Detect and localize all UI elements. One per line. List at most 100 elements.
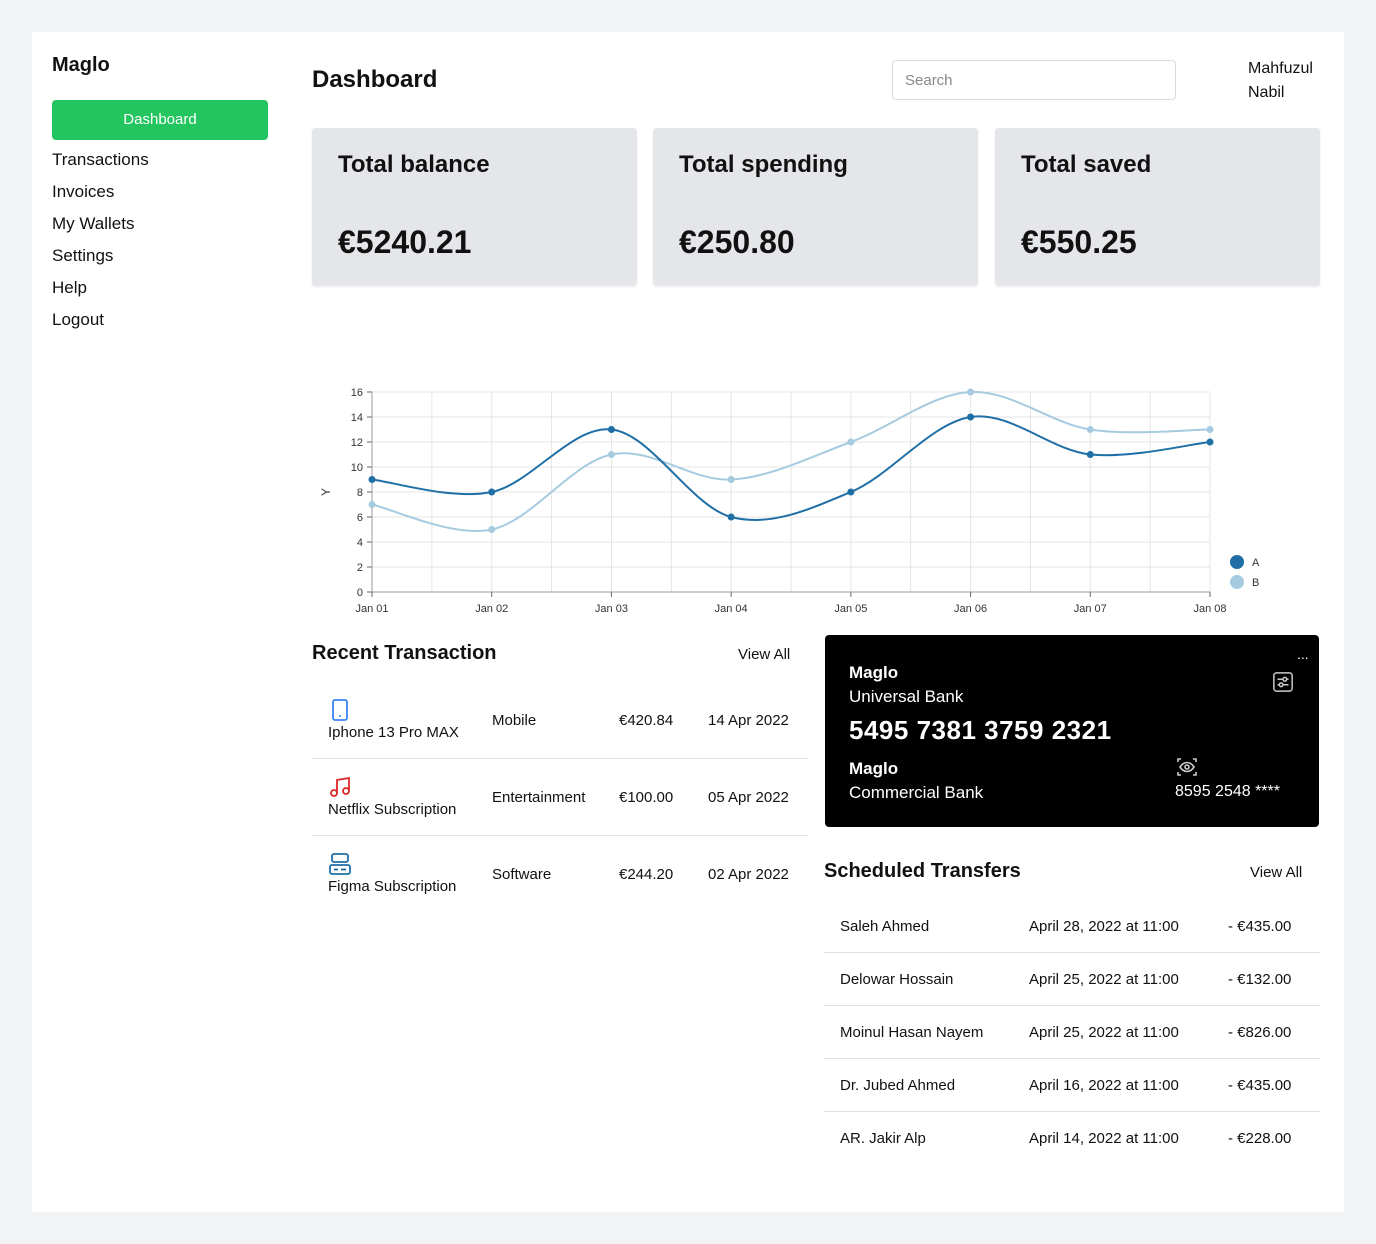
x-tick-label: Jan 07 xyxy=(1074,603,1107,615)
data-point-a xyxy=(727,513,735,521)
sidebar-item-invoices[interactable]: Invoices xyxy=(52,181,149,213)
sidebar-item-logout[interactable]: Logout xyxy=(52,309,149,341)
legend-label-a: A xyxy=(1252,557,1260,569)
x-tick-label: Jan 02 xyxy=(475,603,508,615)
y-tick-label: 10 xyxy=(351,462,363,474)
transfer-row[interactable]: Saleh Ahmed April 28, 2022 at 11:00 - €4… xyxy=(824,900,1320,953)
x-tick-label: Jan 04 xyxy=(715,603,748,615)
line-chart: 0 2 4 6 8 10 12 14 16 Jan 01 Jan 02 Jan 03 Jan 04 Jan… xyxy=(312,344,1312,644)
y-tick-label: 0 xyxy=(357,587,363,599)
transaction-amount: €420.84 xyxy=(619,712,674,729)
transaction-amount: €100.00 xyxy=(619,789,674,806)
x-tick-label: Jan 06 xyxy=(954,603,987,615)
scheduled-transfers-title: Scheduled Transfers xyxy=(824,860,1021,882)
data-point-b xyxy=(488,526,496,533)
transfer-name: Saleh Ahmed xyxy=(840,918,930,935)
stat-card-total-saved: Total saved €550.25 xyxy=(995,128,1320,286)
y-tick-label: 14 xyxy=(351,412,363,424)
data-point-b xyxy=(727,476,735,483)
data-point-b xyxy=(368,501,376,508)
stat-card-total-balance: Total balance €5240.21 xyxy=(312,128,637,286)
transfer-row[interactable]: Delowar Hossain April 25, 2022 at 11:00 … xyxy=(824,953,1320,1006)
line-chart-svg: 0 2 4 6 8 10 12 14 16 Jan 01 Jan 02 Jan 03 Jan 04 Jan… xyxy=(319,387,1260,644)
sidebar-item-transactions[interactable]: Transactions xyxy=(52,149,149,181)
y-tick-label: 4 xyxy=(357,537,363,549)
transfer-amount: - €435.00 xyxy=(1228,1077,1292,1094)
transfer-name: Dr. Jubed Ahmed xyxy=(840,1077,956,1094)
sidebar-item-my-wallets[interactable]: My Wallets xyxy=(52,213,149,245)
data-point-a xyxy=(607,426,615,433)
transfer-date: April 25, 2022 at 11:00 xyxy=(1029,1024,1179,1041)
x-tick-label: Jan 03 xyxy=(595,603,628,615)
transaction-category: Mobile xyxy=(492,712,537,729)
data-point-b xyxy=(607,451,615,458)
transaction-name: Figma Subscription xyxy=(328,878,457,895)
card-settings-icon[interactable] xyxy=(1272,671,1294,693)
y-axis-label: Y xyxy=(319,488,333,496)
stat-title: Total saved xyxy=(1021,151,1152,178)
x-tick-label: Jan 01 xyxy=(355,603,388,615)
table-row[interactable]: Netflix Subscription Entertainment €100.… xyxy=(312,759,808,836)
recent-view-all-link[interactable]: View All xyxy=(738,646,790,663)
stat-value: €550.25 xyxy=(1021,224,1137,260)
transfer-name: Moinul Hasan Nayem xyxy=(840,1024,984,1041)
user-name[interactable]: Mahfuzul Nabil xyxy=(1248,57,1328,105)
data-point-b xyxy=(1086,426,1094,433)
scheduled-view-all-link[interactable]: View All xyxy=(1250,864,1302,881)
server-icon xyxy=(329,853,351,875)
wallet-card[interactable]: ... Maglo Universal Bank 5495 7381 3759 … xyxy=(825,635,1319,827)
page-title: Dashboard xyxy=(312,66,438,93)
data-point-a xyxy=(1086,451,1094,458)
transfer-amount: - €228.00 xyxy=(1228,1130,1292,1147)
card-masked-number: 8595 2548 **** xyxy=(1175,783,1280,800)
eye-icon[interactable] xyxy=(1175,755,1199,779)
table-row[interactable]: Figma Subscription Software €244.20 02 A… xyxy=(312,836,808,913)
app-container: Maglo Dashboard Transactions Invoices My… xyxy=(32,32,1344,1212)
card-bank-name: Universal Bank xyxy=(849,687,964,706)
card-number: 5495 7381 3759 2321 xyxy=(849,715,1112,745)
transfer-date: April 16, 2022 at 11:00 xyxy=(1029,1077,1179,1094)
transfer-date: April 28, 2022 at 11:00 xyxy=(1029,918,1179,935)
transfer-date: April 14, 2022 at 11:00 xyxy=(1029,1130,1179,1147)
transaction-name: Iphone 13 Pro MAX xyxy=(328,724,459,741)
y-tick-label: 6 xyxy=(357,512,363,524)
legend-marker-b xyxy=(1230,575,1244,589)
card-menu-icon[interactable]: ... xyxy=(1297,647,1309,661)
transaction-category: Entertainment xyxy=(492,789,586,806)
music-icon xyxy=(330,776,350,797)
transfer-row[interactable]: AR. Jakir Alp April 14, 2022 at 11:00 - … xyxy=(824,1112,1320,1165)
data-point-b xyxy=(1206,426,1214,433)
search-input[interactable] xyxy=(892,60,1176,100)
transfer-row[interactable]: Moinul Hasan Nayem April 25, 2022 at 11:… xyxy=(824,1006,1320,1059)
transfer-amount: - €826.00 xyxy=(1228,1024,1292,1041)
sidebar-item-help[interactable]: Help xyxy=(52,277,149,309)
data-point-a xyxy=(967,413,975,421)
sidebar-nav: Transactions Invoices My Wallets Setting… xyxy=(52,149,149,341)
x-tick-label: Jan 05 xyxy=(834,603,867,615)
transfer-amount: - €435.00 xyxy=(1228,918,1292,935)
card-brand: Maglo xyxy=(849,759,899,778)
data-point-a xyxy=(488,488,496,496)
recent-transaction-title: Recent Transaction xyxy=(312,642,497,664)
stat-card-total-spending: Total spending €250.80 xyxy=(653,128,978,286)
transfer-amount: - €132.00 xyxy=(1228,971,1292,988)
stat-title: Total spending xyxy=(679,151,848,178)
transfer-date: April 25, 2022 at 11:00 xyxy=(1029,971,1179,988)
brand-logo: Maglo xyxy=(52,54,110,76)
data-point-a xyxy=(368,476,376,483)
x-tick-label: Jan 08 xyxy=(1193,603,1226,615)
transaction-category: Software xyxy=(492,866,552,883)
card-bank-name: Commercial Bank xyxy=(849,783,984,802)
sidebar-item-dashboard[interactable]: Dashboard xyxy=(52,100,268,140)
sidebar-item-settings[interactable]: Settings xyxy=(52,245,149,277)
transfer-name: Delowar Hossain xyxy=(840,971,954,988)
phone-icon xyxy=(332,699,348,721)
transaction-date: 02 Apr 2022 xyxy=(708,866,789,883)
transfer-row[interactable]: Dr. Jubed Ahmed April 16, 2022 at 11:00 … xyxy=(824,1059,1320,1112)
stat-value: €250.80 xyxy=(679,224,795,260)
data-point-b xyxy=(847,438,855,446)
table-row[interactable]: Iphone 13 Pro MAX Mobile €420.84 14 Apr … xyxy=(312,682,808,759)
y-tick-label: 12 xyxy=(351,437,363,449)
transaction-date: 05 Apr 2022 xyxy=(708,789,789,806)
data-point-a xyxy=(1206,438,1214,446)
